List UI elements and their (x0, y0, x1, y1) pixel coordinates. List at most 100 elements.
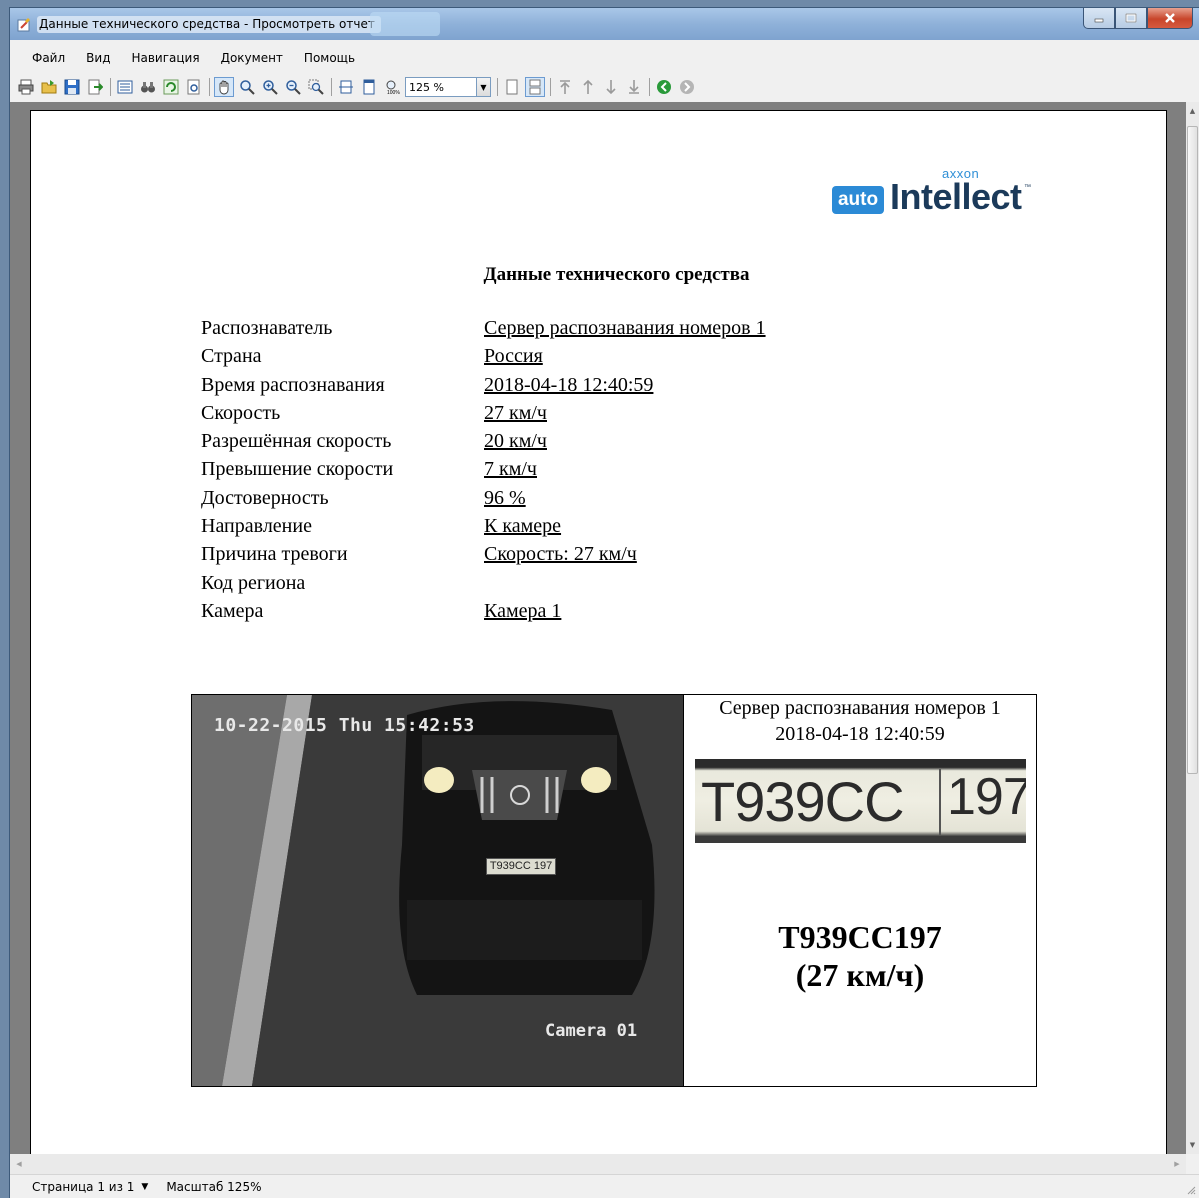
menu-view[interactable]: Вид (73, 48, 118, 68)
export-icon (88, 79, 103, 95)
scroll-down-icon[interactable]: ▼ (1186, 1138, 1199, 1152)
last-page-button[interactable] (624, 77, 644, 97)
print-button[interactable] (16, 77, 36, 97)
zoom-select[interactable]: 125 % ▼ (405, 77, 491, 97)
magnifier-icon (240, 80, 255, 95)
zoom-tool-button[interactable] (237, 77, 257, 97)
arrow-up-icon (583, 79, 593, 94)
zoom-out-button[interactable] (283, 77, 303, 97)
scroll-left-icon[interactable]: ◀ (12, 1154, 26, 1174)
export-button[interactable] (85, 77, 105, 97)
first-page-button[interactable] (555, 77, 575, 97)
refresh-button[interactable] (161, 77, 181, 97)
close-icon (1165, 13, 1175, 23)
back-button[interactable] (654, 77, 674, 97)
zoom-in-button[interactable] (260, 77, 280, 97)
document-viewport[interactable]: axxon auto Intellect ™ Данные техническо… (10, 102, 1186, 1154)
toolbar-separator (110, 78, 111, 96)
zoom-selection-button[interactable] (306, 77, 326, 97)
single-page-button[interactable] (502, 77, 522, 97)
property-value[interactable]: Сервер распознавания номеров 1 (484, 314, 766, 342)
page-indicator[interactable]: Страница 1 из 1 (32, 1180, 134, 1194)
recognizer-name: Сервер распознавания номеров 1 (719, 697, 1001, 719)
title-glass-highlight (370, 12, 440, 36)
horizontal-scrollbar[interactable]: ◀ ▶ (10, 1154, 1186, 1174)
property-value[interactable]: 27 км/ч (484, 399, 547, 427)
toolbar-separator (331, 78, 332, 96)
window-controls (1083, 8, 1193, 30)
camera-frame-image: 10-22-2015 Thu 15:42:53 T939CC 197 Camer… (192, 695, 683, 1086)
vehicle-plate-in-frame: T939CC 197 (486, 858, 556, 875)
zoom-indicator: Масштаб 125% (166, 1179, 262, 1194)
menu-navigation[interactable]: Навигация (118, 48, 207, 68)
menu-document[interactable]: Документ (208, 48, 291, 68)
scroll-up-icon[interactable]: ▲ (1186, 104, 1199, 118)
fit-page-button[interactable] (359, 77, 379, 97)
printer-icon (18, 79, 34, 95)
open-button[interactable] (39, 77, 59, 97)
report-title: Данные технического средства (483, 264, 750, 285)
open-folder-icon (41, 80, 57, 94)
toolbar-separator (497, 78, 498, 96)
find-button[interactable] (138, 77, 158, 97)
minimize-button[interactable] (1083, 8, 1115, 29)
property-label: Направление (201, 515, 312, 538)
continuous-page-button[interactable] (525, 77, 545, 97)
next-page-button[interactable] (601, 77, 621, 97)
maximize-button[interactable] (1115, 8, 1147, 29)
property-value[interactable]: 96 % (484, 484, 526, 512)
report-viewer-window: Данные технического средства - Просмотре… (10, 8, 1199, 1198)
property-value[interactable]: Камера 1 (484, 597, 561, 625)
menu-bar: Файл Вид Навигация Документ Помощь (10, 48, 1199, 68)
chevron-down-icon[interactable]: ▼ (141, 1182, 148, 1192)
recognized-speed: (27 км/ч) (795, 957, 925, 993)
recognition-datetime: 2018-04-18 12:40:59 (775, 723, 945, 745)
logo-name: Intellect (890, 176, 1022, 217)
property-value[interactable]: 7 км/ч (484, 455, 537, 483)
menu-help[interactable]: Помощь (291, 48, 363, 68)
resize-grip-icon[interactable] (1186, 1185, 1196, 1195)
property-value[interactable]: Россия (484, 342, 543, 370)
zoom-rectangle-icon (308, 79, 324, 95)
arrow-down-icon (606, 80, 616, 95)
title-bar[interactable]: Данные технического средства - Просмотре… (10, 8, 1199, 40)
property-label: Страна (201, 345, 262, 368)
scroll-right-icon[interactable]: ▶ (1170, 1154, 1184, 1174)
property-label: Превышение скорости (201, 458, 394, 481)
recognition-event-block: 10-22-2015 Thu 15:42:53 T939CC 197 Camer… (191, 694, 1037, 1087)
first-page-icon (560, 80, 570, 94)
property-value[interactable]: 20 км/ч (484, 427, 547, 455)
menu-file[interactable]: Файл (10, 48, 73, 68)
page-setup-button[interactable] (184, 77, 204, 97)
table-of-contents-button[interactable] (115, 77, 135, 97)
vertical-scrollbar[interactable]: ▲ ▼ (1186, 102, 1199, 1154)
plate-divider (939, 769, 941, 835)
last-page-icon (629, 80, 639, 94)
property-value[interactable]: Скорость: 27 км/ч (484, 540, 637, 568)
forward-circle-icon (680, 80, 694, 94)
property-label: Время распознавания (201, 373, 385, 396)
property-label: Причина тревоги (201, 543, 348, 566)
fit-width-icon (339, 80, 353, 94)
floppy-disk-icon (64, 79, 80, 95)
close-button[interactable] (1147, 8, 1193, 29)
fit-width-button[interactable] (336, 77, 356, 97)
plate-crop-main: T939CC (701, 770, 905, 833)
actual-size-button[interactable]: 100% (382, 77, 402, 97)
zoom-select-value: 125 % (409, 80, 444, 94)
vertical-scroll-thumb[interactable] (1187, 126, 1198, 774)
previous-page-button[interactable] (578, 77, 598, 97)
zoom-in-icon (263, 80, 278, 95)
single-page-icon (506, 79, 518, 95)
recognized-plate-number: T939CC197 (778, 919, 942, 955)
maximize-icon (1125, 13, 1137, 23)
chevron-down-icon[interactable]: ▼ (476, 78, 490, 96)
toolbar: 100% 125 % ▼ (10, 74, 1199, 100)
property-value[interactable]: К камере (484, 512, 561, 540)
page-zoom-icon (187, 79, 200, 95)
hand-tool-button[interactable] (214, 77, 234, 97)
property-label: Код региона (201, 571, 306, 594)
save-button[interactable] (62, 77, 82, 97)
forward-button[interactable] (677, 77, 697, 97)
property-value[interactable]: 2018-04-18 12:40:59 (484, 371, 653, 399)
